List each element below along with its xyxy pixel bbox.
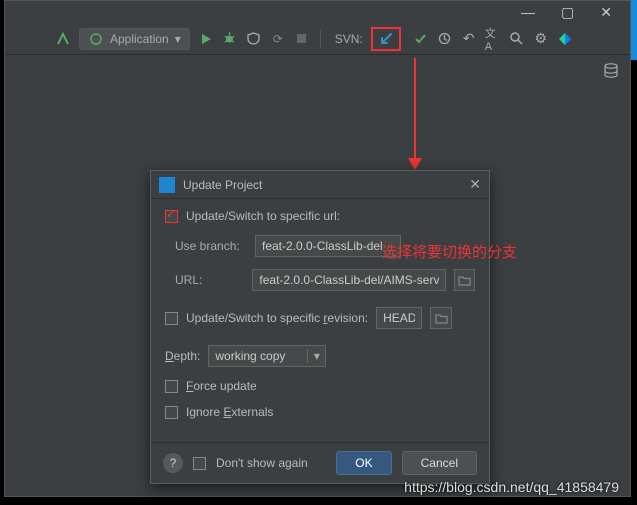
toolbar-right: ↶ 文A ⚙ bbox=[413, 31, 573, 47]
coverage-icon[interactable] bbox=[246, 31, 262, 47]
stop-icon bbox=[294, 31, 310, 47]
depth-label: Depth: bbox=[165, 349, 200, 363]
intellij-logo-icon bbox=[159, 177, 175, 193]
ignore-externals-checkbox[interactable] bbox=[165, 406, 178, 419]
maximize-icon[interactable]: ▢ bbox=[561, 4, 574, 21]
dont-show-checkbox[interactable] bbox=[193, 457, 206, 470]
url-label: URL: bbox=[175, 273, 244, 287]
undo-icon[interactable]: ↶ bbox=[461, 31, 477, 47]
ok-button[interactable]: OK bbox=[336, 451, 391, 475]
revision-input[interactable] bbox=[376, 307, 422, 329]
window-titlebar: — ▢ ✕ bbox=[5, 1, 630, 23]
use-branch-input[interactable] bbox=[255, 235, 401, 257]
svn-label: SVN: bbox=[335, 32, 363, 46]
ignore-externals-row: Ignore Externals bbox=[165, 405, 475, 419]
dialog-close-icon[interactable]: ✕ bbox=[469, 176, 481, 193]
history-icon[interactable] bbox=[437, 31, 453, 47]
build-icon[interactable] bbox=[55, 31, 71, 47]
update-switch-url-checkbox[interactable] bbox=[165, 210, 178, 223]
database-icon[interactable] bbox=[604, 63, 618, 79]
update-switch-url-label: Update/Switch to specific url: bbox=[186, 209, 340, 223]
app-icon bbox=[88, 31, 104, 47]
update-switch-rev-row: Update/Switch to specific revision: bbox=[165, 307, 475, 329]
debug-icon[interactable] bbox=[222, 31, 238, 47]
chevron-down-icon: ▾ bbox=[307, 349, 325, 363]
dialog-footer: ? Don't show again OK Cancel bbox=[151, 442, 489, 483]
jetbrains-icon[interactable] bbox=[557, 31, 573, 47]
main-toolbar: Application ▾ ⟳ SVN: bbox=[5, 23, 630, 55]
right-edge-strip bbox=[631, 0, 637, 60]
use-branch-label: Use branch: bbox=[175, 239, 247, 253]
close-icon[interactable]: ✕ bbox=[600, 4, 612, 21]
dialog-body: Update/Switch to specific url: Use branc… bbox=[151, 199, 489, 442]
url-input[interactable] bbox=[252, 269, 445, 291]
cancel-button[interactable]: Cancel bbox=[402, 451, 477, 475]
highlight-box bbox=[371, 27, 401, 51]
update-switch-rev-label: Update/Switch to specific revision: bbox=[186, 311, 368, 325]
force-update-row: Force update bbox=[165, 379, 475, 393]
chevron-down-icon: ▾ bbox=[175, 32, 181, 46]
depth-combo[interactable]: working copy ▾ bbox=[208, 345, 326, 367]
search-icon[interactable] bbox=[509, 31, 525, 47]
settings-icon[interactable]: ⚙ bbox=[533, 31, 549, 47]
dialog-titlebar: Update Project ✕ bbox=[151, 171, 489, 199]
run-icon[interactable] bbox=[198, 31, 214, 47]
run-config-label: Application bbox=[110, 32, 169, 46]
separator bbox=[320, 30, 321, 48]
dont-show-label: Don't show again bbox=[216, 456, 308, 470]
force-update-checkbox[interactable] bbox=[165, 380, 178, 393]
profiler-icon[interactable]: ⟳ bbox=[270, 31, 286, 47]
depth-value: working copy bbox=[215, 349, 307, 363]
depth-row: Depth: working copy ▾ bbox=[165, 345, 475, 367]
url-row: URL: bbox=[165, 269, 475, 291]
translate-icon[interactable]: 文A bbox=[485, 31, 501, 47]
update-project-dialog: Update Project ✕ Update/Switch to specif… bbox=[150, 170, 490, 484]
browse-url-icon[interactable] bbox=[454, 269, 475, 291]
update-switch-url-row: Update/Switch to specific url: bbox=[165, 209, 475, 223]
update-switch-rev-checkbox[interactable] bbox=[165, 312, 178, 325]
run-config-selector[interactable]: Application ▾ bbox=[79, 28, 190, 50]
browse-revision-icon[interactable] bbox=[430, 307, 452, 329]
annotation-arrow-head bbox=[408, 158, 422, 170]
force-update-label: Force update bbox=[186, 379, 257, 393]
update-project-icon[interactable] bbox=[378, 31, 394, 47]
watermark: https://blog.csdn.net/qq_41858479 bbox=[404, 479, 619, 495]
commit-icon[interactable] bbox=[413, 31, 429, 47]
minimize-icon[interactable]: — bbox=[521, 4, 535, 20]
dialog-title: Update Project bbox=[183, 178, 262, 192]
annotation-text: 选择将要切换的分支 bbox=[382, 241, 517, 262]
annotation-arrow bbox=[414, 58, 416, 160]
help-icon[interactable]: ? bbox=[163, 453, 183, 473]
ignore-externals-label: Ignore Externals bbox=[186, 405, 273, 419]
